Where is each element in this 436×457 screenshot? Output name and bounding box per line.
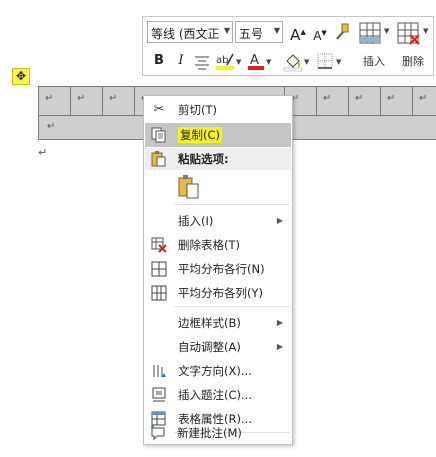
svg-text:▼: ▼ [266, 58, 272, 66]
table-cell[interactable]: ↵ [102, 87, 134, 115]
paste-keep-text-button[interactable] [145, 172, 291, 202]
menu-item-cut[interactable]: ✂ 剪切(T) [145, 98, 291, 122]
paste-icon [151, 151, 167, 170]
text-highlight-icon[interactable]: ab ▼ [215, 51, 243, 73]
new-comment-icon [150, 425, 166, 441]
insert-button-label[interactable]: 插入 [354, 53, 394, 69]
format-painter-icon[interactable] [333, 22, 351, 42]
paste-options-label: 粘贴选项: [178, 152, 229, 166]
table-cell[interactable]: ↵ [316, 87, 348, 115]
menu-item-delete-table[interactable]: 删除表格(T) [145, 233, 291, 257]
submenu-arrow-icon: ▶ [276, 318, 283, 327]
menu-item-label: 插入(I) [178, 214, 214, 228]
menu-item-label: 新建批注(M) [177, 426, 242, 440]
menu-item-label: 剪切(T) [178, 103, 217, 117]
submenu-arrow-icon: ▶ [276, 342, 283, 351]
font-size-value: 五号 [239, 27, 264, 41]
menu-item-label: 插入题注(C)... [178, 388, 252, 402]
italic-icon[interactable]: I [173, 51, 189, 71]
menu-item-label: 自动调整(A) [178, 340, 241, 354]
menu-item-distribute-columns[interactable]: 平均分布各列(Y) [145, 281, 291, 305]
menu-item-border-styles[interactable]: 边框样式(B) ▶ [145, 311, 291, 335]
menu-item-insert[interactable]: 插入(I) ▶ [145, 209, 291, 233]
insert-table-icon[interactable]: ▼ [357, 21, 391, 47]
menu-item-label: 平均分布各行(N) [178, 262, 265, 276]
mini-toolbar: 等线 (西文正 ▼ 五号 ▼ A▲ A▼ ▼ 插入 ▼ 删除 B I ab ▼ … [142, 16, 434, 76]
menu-separator [174, 306, 290, 307]
context-menu: ✂ 剪切(T) 复制(C) 粘贴选项: 插入(I) ▶ 删除表格(T) 平均分布… [143, 95, 293, 445]
paragraph-mark: ↵ [38, 146, 48, 159]
svg-text:▼: ▼ [384, 27, 390, 35]
caption-icon [151, 387, 167, 403]
borders-icon[interactable]: ▼ [315, 51, 345, 73]
menu-item-label: 删除表格(T) [178, 238, 240, 252]
svg-text:▼: ▼ [304, 58, 310, 66]
delete-table-icon [151, 237, 167, 253]
menu-item-label: 平均分布各列(Y) [178, 286, 263, 300]
chevron-down-icon: ▼ [273, 26, 280, 35]
font-size-combo[interactable]: 五号 ▼ [235, 21, 283, 43]
font-name-combo[interactable]: 等线 (西文正 ▼ [147, 21, 233, 43]
menu-item-copy[interactable]: 复制(C) [145, 123, 291, 147]
menu-separator [174, 204, 290, 205]
paste-options-header: 粘贴选项: [145, 148, 291, 170]
menu-item-insert-caption[interactable]: 插入题注(C)... [145, 383, 291, 407]
text-direction-icon [151, 363, 167, 379]
table-cell[interactable]: ↵ [70, 87, 102, 115]
svg-text:▼: ▼ [423, 27, 429, 35]
scissors-icon: ✂ [153, 102, 165, 117]
menu-item-distribute-rows[interactable]: 平均分布各行(N) [145, 257, 291, 281]
font-name-value: 等线 (西文正 [151, 27, 220, 41]
delete-table-icon[interactable]: ▼ [395, 21, 431, 47]
menu-item-label: 文字方向(X)... [178, 364, 252, 378]
menu-item-autofit[interactable]: 自动调整(A) ▶ [145, 335, 291, 359]
menu-item-text-direction[interactable]: 文字方向(X)... [145, 359, 291, 383]
chevron-down-icon: ▼ [223, 26, 230, 35]
bold-icon[interactable]: B [151, 51, 167, 71]
table-cell[interactable]: ↵ [38, 87, 70, 115]
svg-text:▼: ▼ [336, 58, 342, 66]
shading-icon[interactable]: ▼ [283, 51, 311, 73]
table-cell[interactable]: ↵ [380, 87, 412, 115]
table-move-handle-icon[interactable]: ✥ [12, 68, 30, 85]
distribute-rows-icon [151, 261, 167, 277]
menu-item-label: 边框样式(B) [178, 316, 241, 330]
menu-item-new-comment[interactable]: 新建批注(M) [144, 421, 290, 445]
copy-icon [151, 127, 167, 143]
delete-button-label[interactable]: 删除 [393, 53, 433, 69]
svg-text:▼: ▼ [236, 58, 242, 66]
table-cell[interactable]: ↵ [348, 87, 380, 115]
cell-end-mark: ↵ [47, 121, 56, 132]
shrink-font-icon[interactable]: A▼ [311, 23, 329, 43]
paste-keep-text-icon [178, 175, 200, 202]
table-cell[interactable]: ↵ [412, 87, 436, 115]
submenu-arrow-icon: ▶ [276, 216, 283, 225]
font-color-icon[interactable]: A ▼ [247, 51, 273, 73]
svg-text:A: A [250, 53, 259, 68]
align-center-icon[interactable] [193, 54, 211, 70]
distribute-columns-icon [151, 285, 167, 301]
menu-item-label: 复制(C) [178, 127, 223, 143]
grow-font-icon[interactable]: A▲ [289, 22, 307, 44]
